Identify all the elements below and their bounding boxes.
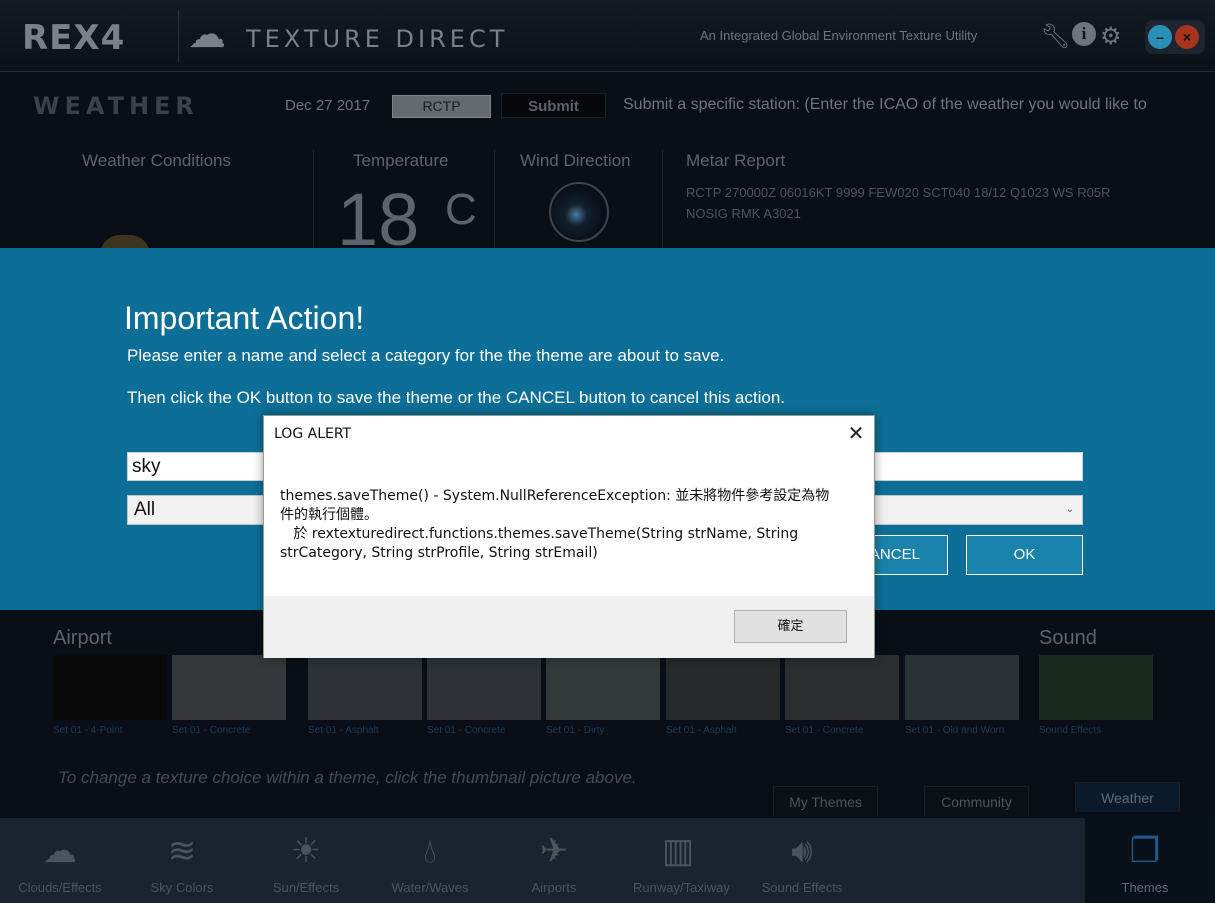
icao-input[interactable]: RCTP bbox=[392, 95, 491, 118]
rex-logo: REX4 bbox=[22, 18, 126, 58]
speaker-icon: 🔊︎ bbox=[791, 832, 813, 870]
minimize-icon[interactable]: – bbox=[1148, 25, 1172, 49]
gear-icon[interactable]: ⚙ bbox=[1100, 22, 1122, 51]
chevron-down-icon: ⌄ bbox=[1065, 504, 1074, 515]
thumbnail[interactable] bbox=[546, 655, 660, 720]
tab-my-themes[interactable]: My Themes bbox=[773, 786, 878, 816]
app-header bbox=[0, 0, 1215, 72]
info-icon[interactable]: i bbox=[1072, 22, 1096, 46]
airplane-icon: ✈ bbox=[539, 832, 569, 870]
toolbar-label: Airports bbox=[531, 880, 577, 895]
thumbnail[interactable] bbox=[785, 655, 899, 720]
panel-instruction: Then click the OK button to save the the… bbox=[127, 388, 786, 407]
water-drop-icon: 💧︎ bbox=[423, 832, 437, 870]
ok-button[interactable]: OK bbox=[966, 535, 1083, 575]
dialog-ok-button[interactable]: 確定 bbox=[734, 610, 847, 643]
toolbar-label: Themes bbox=[1121, 880, 1169, 895]
thumbnail-label: Set 01 - Old and Worn bbox=[905, 725, 1005, 736]
thumbnail-label: Set 01 - 4-Point bbox=[53, 725, 123, 736]
thumbnail-label: Set 01 - Asphalt bbox=[308, 725, 379, 736]
window-controls: – × bbox=[1145, 20, 1205, 54]
tab-community[interactable]: Community bbox=[924, 786, 1029, 816]
thumbnail-label: Set 01 - Concrete bbox=[172, 725, 251, 736]
thumbnail-label: Sound Effects bbox=[1039, 725, 1102, 736]
toolbar-label: Sun/Effects bbox=[272, 880, 340, 895]
metar-label: Metar Report bbox=[686, 151, 786, 170]
toolbar-label: Sound Effects bbox=[761, 880, 843, 895]
wind-compass-icon bbox=[549, 182, 609, 242]
close-icon[interactable]: ✕ bbox=[844, 421, 868, 445]
dialog-title: LOG ALERT bbox=[274, 426, 352, 442]
hint-text: To change a texture choice within a them… bbox=[58, 768, 637, 787]
log-alert-dialog: LOG ALERT ✕ themes.saveTheme() - System.… bbox=[263, 415, 875, 658]
toolbar-item-runway-taxiway[interactable]: ▥ Runway/Taxiway bbox=[633, 828, 730, 895]
submit-hint: Submit a specific station: (Enter the IC… bbox=[623, 96, 1147, 113]
thumbnail-label: Set 01 - Concrete bbox=[427, 725, 506, 736]
submit-button[interactable]: Submit bbox=[501, 93, 606, 118]
brand-title: TEXTURE DIRECT bbox=[246, 25, 509, 53]
runway-icon: ▥ bbox=[661, 832, 695, 870]
divider bbox=[662, 150, 663, 250]
conditions-label: Weather Conditions bbox=[82, 151, 231, 170]
category-value: All bbox=[134, 499, 156, 520]
toolbar-item-clouds-effects[interactable]: ☁ Clouds/Effects bbox=[15, 828, 105, 895]
panel-instruction: Please enter a name and select a categor… bbox=[127, 346, 725, 365]
thumbnail[interactable] bbox=[666, 655, 780, 720]
toolbar-label: Clouds/Effects bbox=[18, 880, 102, 895]
thumbnail[interactable] bbox=[308, 655, 422, 720]
toolbar-item-sun-effects[interactable]: ☀ Sun/Effects bbox=[261, 828, 351, 895]
toolbar-item-sound-effects[interactable]: 🔊︎ Sound Effects bbox=[757, 828, 847, 895]
toolbar-item-airports[interactable]: ✈ Airports bbox=[509, 828, 599, 895]
wind-label: Wind Direction bbox=[520, 151, 631, 170]
toolbar-label: Runway/Taxiway bbox=[633, 880, 730, 895]
tab-weather[interactable]: Weather bbox=[1075, 782, 1180, 812]
toolbar-item-water-waves[interactable]: 💧︎ Water/Waves bbox=[385, 828, 475, 895]
panel-title: Important Action! bbox=[124, 300, 365, 336]
cloud-lightning-icon: ☁ bbox=[188, 14, 226, 56]
toolbar-label: Water/Waves bbox=[391, 880, 469, 895]
weather-date: Dec 27 2017 bbox=[285, 97, 371, 114]
close-icon[interactable]: × bbox=[1175, 25, 1199, 49]
sun-icon: ☀ bbox=[290, 832, 322, 870]
airport-section-title: Airport bbox=[53, 627, 112, 649]
thumbnail[interactable] bbox=[905, 655, 1019, 720]
divider bbox=[313, 150, 314, 250]
divider bbox=[178, 10, 179, 62]
thumbnail[interactable] bbox=[1039, 655, 1153, 720]
thumbnail-label: Set 01 - Dirty bbox=[546, 725, 605, 736]
temperature-unit: C bbox=[445, 185, 477, 234]
toolbar-label: Sky Colors bbox=[150, 880, 214, 895]
toolbar-item-sky-colors[interactable]: ≋ Sky Colors bbox=[137, 828, 227, 895]
wrench-icon[interactable]: 🔧︎ bbox=[1040, 22, 1070, 51]
wind-icon: ≋ bbox=[167, 832, 197, 870]
sound-section-title: Sound bbox=[1039, 627, 1097, 649]
tagline: An Integrated Global Environment Texture… bbox=[700, 28, 978, 43]
dialog-message: themes.saveTheme() - System.NullReferenc… bbox=[280, 488, 830, 561]
thumbnail[interactable] bbox=[172, 655, 286, 720]
thumbnail-label: Set 01 - Asphalt bbox=[666, 725, 737, 736]
temperature-label: Temperature bbox=[353, 151, 449, 170]
themes-icon: ❐ bbox=[1129, 832, 1161, 870]
metar-report: RCTP 270000Z 06016KT 9999 FEW020 SCT040 … bbox=[686, 185, 1111, 221]
toolbar-item-themes[interactable]: ❐ Themes bbox=[1100, 828, 1190, 895]
divider bbox=[494, 150, 495, 250]
thumbnail[interactable] bbox=[427, 655, 541, 720]
thumbnail-label: Set 01 - Concrete bbox=[785, 725, 864, 736]
cloud-icon: ☁ bbox=[43, 832, 77, 870]
thumbnail[interactable] bbox=[53, 655, 167, 720]
weather-title: WEATHER bbox=[33, 92, 199, 120]
